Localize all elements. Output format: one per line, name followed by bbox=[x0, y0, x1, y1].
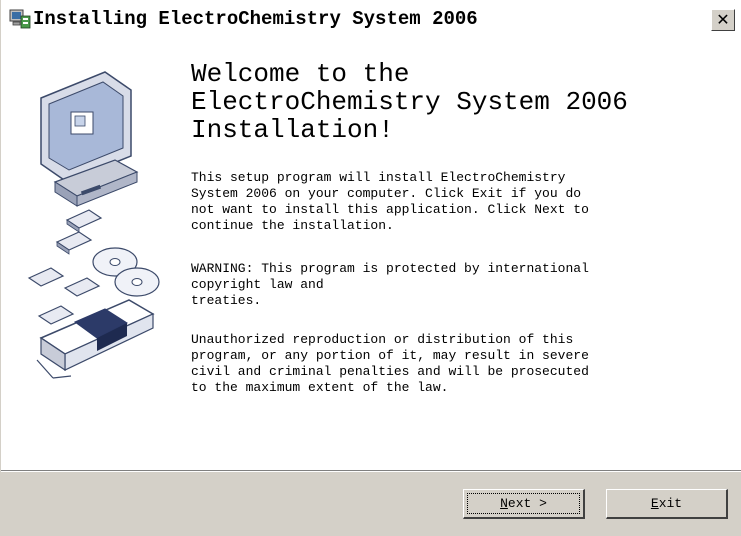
welcome-panel: Welcome to the ElectroChemistry System 2… bbox=[1, 40, 741, 470]
focus-rectangle bbox=[467, 493, 580, 514]
exit-accelerator: E bbox=[650, 496, 659, 511]
floppy-disk-icon bbox=[27, 209, 103, 325]
exit-button[interactable]: Exit bbox=[606, 489, 728, 519]
intro-text: This setup program will install ElectroC… bbox=[191, 170, 589, 233]
computer-disks-box-illustration bbox=[27, 71, 160, 379]
close-icon: ✕ bbox=[716, 10, 730, 29]
cd-disc-icon bbox=[92, 247, 160, 297]
window-title: Installing ElectroChemistry System 2006 bbox=[33, 8, 478, 30]
welcome-heading: Welcome to the ElectroChemistry System 2… bbox=[191, 59, 628, 145]
button-bar: Next > Exit bbox=[1, 470, 741, 536]
computer-monitor-icon bbox=[40, 71, 139, 207]
next-button[interactable]: Next > bbox=[463, 489, 585, 519]
exit-label: xit bbox=[658, 496, 683, 511]
setup-computer-icon bbox=[9, 9, 31, 29]
installer-window: Installing ElectroChemistry System 2006 … bbox=[0, 0, 741, 536]
close-button[interactable]: ✕ bbox=[711, 9, 735, 31]
title-bar[interactable]: Installing ElectroChemistry System 2006 … bbox=[1, 0, 741, 40]
legal-text: Unauthorized reproduction or distributio… bbox=[191, 332, 589, 395]
warning-text: WARNING: This program is protected by in… bbox=[191, 261, 589, 308]
